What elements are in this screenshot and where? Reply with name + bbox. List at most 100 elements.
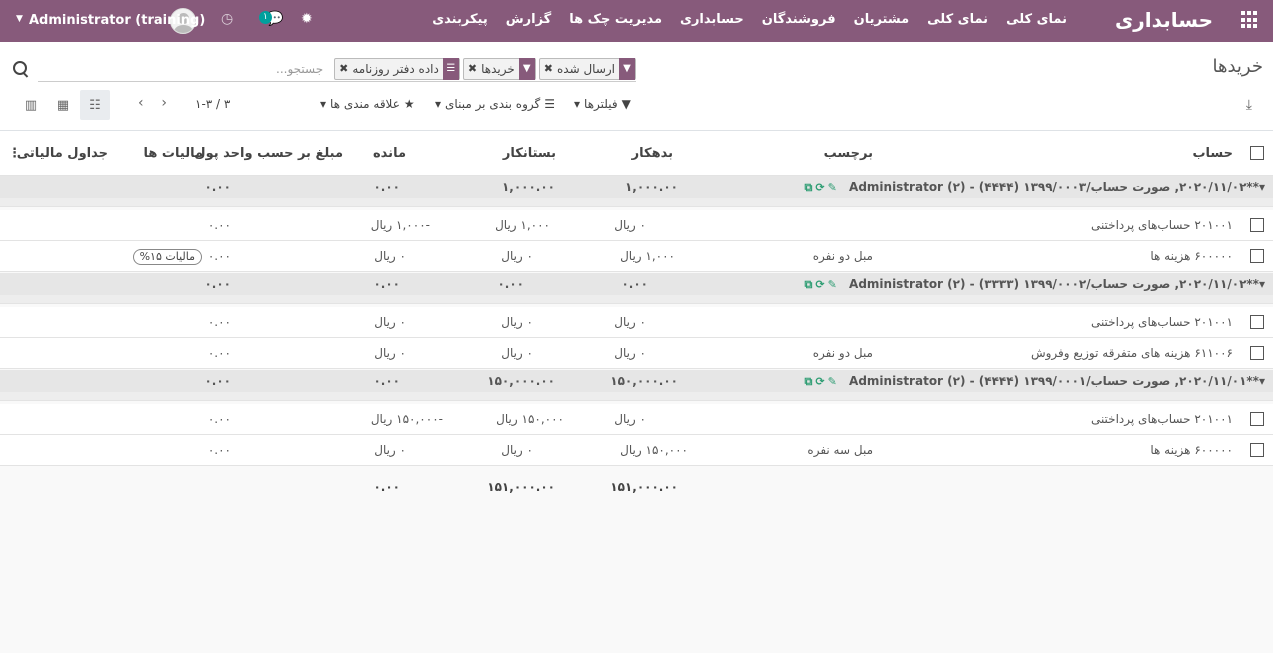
list-view-button[interactable]: ☷ bbox=[80, 90, 110, 120]
group-credit: ۰.۰۰ bbox=[497, 277, 524, 291]
caret-down-icon: ▾ bbox=[435, 97, 442, 111]
group-credit: ۱,۰۰۰.۰۰ bbox=[501, 180, 555, 194]
row-checkbox[interactable] bbox=[1250, 443, 1264, 457]
cell-account: ۲۰۱۰۰۱ حساب‌های پرداختنی bbox=[1090, 315, 1233, 329]
cell-account: ۶۰۰۰۰۰ هزینه ها bbox=[1150, 443, 1233, 457]
col-label[interactable]: برچسب bbox=[824, 131, 873, 176]
menu-item-overview-1[interactable]: نمای کلی bbox=[1006, 12, 1067, 27]
row-checkbox[interactable] bbox=[1250, 249, 1264, 263]
row-checkbox[interactable] bbox=[1250, 218, 1264, 232]
group-amount: ۰.۰۰ bbox=[204, 374, 231, 388]
filters-dropdown[interactable]: ▾ فیلترها ▼ bbox=[574, 97, 631, 111]
row-checkbox[interactable] bbox=[1250, 346, 1264, 360]
pager-nav: ‹ › bbox=[138, 95, 167, 111]
bug-icon[interactable]: ✹ bbox=[301, 11, 313, 27]
search-facet-purchases[interactable]: ▼ خریدها ✖ bbox=[462, 57, 536, 80]
cell-amount: ۰.۰۰ bbox=[207, 443, 231, 457]
cell-account: ۶۱۱۰۰۶ هزینه های متفرقه توزیع وفروش bbox=[1030, 346, 1233, 360]
search-input[interactable]: جستجو... bbox=[276, 62, 323, 76]
search-bar[interactable]: ▼ ارسال شده ✖ ▼ خریدها ✖ ☰ داده دفتر روز… bbox=[38, 56, 636, 82]
group-balance: ۰.۰۰ bbox=[373, 180, 400, 194]
table-row[interactable]: ۲۰۱۰۰۱ حساب‌های پرداختنی ۰ ریال ۰ ریال ۰… bbox=[0, 307, 1273, 338]
menu-item-reporting[interactable]: گزارش bbox=[506, 12, 552, 27]
groupby-icon: ☰ bbox=[442, 57, 459, 80]
edit-icon[interactable]: ✎ bbox=[828, 177, 837, 199]
cell-credit: ۰ ریال bbox=[501, 249, 533, 263]
table-header: حساب برچسب بدهکار بستانکار مانده مبلغ بر… bbox=[0, 131, 1273, 176]
group-balance: ۰.۰۰ bbox=[373, 374, 400, 388]
menu-item-customers[interactable]: مشتریان bbox=[854, 12, 910, 27]
table-row[interactable]: ۲۰۱۰۰۱ حساب‌های پرداختنی ۰ ریال ۱۵۰,۰۰۰ … bbox=[0, 404, 1273, 435]
cell-amount: ۰.۰۰ bbox=[207, 249, 231, 263]
group-row[interactable]: ▾**۲۰۲۰/۱۱/۰۱, صورت حساب/۱۳۹۹/۰۰۰۱ (۴۴۴۴… bbox=[0, 370, 1273, 401]
cell-balance: ۰ ریال bbox=[374, 315, 406, 329]
refresh-icon[interactable]: ⟳ bbox=[815, 177, 824, 199]
list-view-icon: ☷ bbox=[89, 97, 101, 113]
table-row[interactable]: ۲۰۱۰۰۱ حساب‌های پرداختنی ۰ ریال ۱,۰۰۰ ری… bbox=[0, 210, 1273, 241]
cell-balance: ۰ ریال bbox=[374, 249, 406, 263]
col-balance[interactable]: مانده bbox=[373, 131, 406, 176]
refresh-icon[interactable]: ⟳ bbox=[815, 274, 824, 296]
filter-icon: ▼ bbox=[619, 57, 635, 80]
groupby-dropdown[interactable]: ▾ گروه بندی بر مبنای ☰ bbox=[435, 97, 555, 111]
row-checkbox[interactable] bbox=[1250, 412, 1264, 426]
tax-badge: مالیات ۱۵% bbox=[132, 249, 202, 265]
copy-icon[interactable]: ⧉ bbox=[805, 371, 813, 393]
table-row[interactable]: ۶۰۰۰۰۰ هزینه ها مبل سه نفره ۱۵۰,۰۰۰ ریال… bbox=[0, 435, 1273, 466]
menu-item-check-management[interactable]: مدیریت چک ها bbox=[569, 12, 662, 27]
menu-item-accounting[interactable]: حسابداری bbox=[680, 12, 744, 27]
col-credit[interactable]: بستانکار bbox=[503, 131, 556, 176]
table-grid-icon: ▦ bbox=[56, 97, 70, 113]
cell-amount: ۰.۰۰ bbox=[207, 412, 231, 426]
col-debit[interactable]: بدهکار bbox=[632, 131, 673, 176]
total-debit: ۱۵۱,۰۰۰.۰۰ bbox=[610, 480, 678, 494]
download-icon[interactable]: ⤓ bbox=[1246, 97, 1252, 113]
copy-icon[interactable]: ⧉ bbox=[805, 177, 813, 199]
optional-columns-icon[interactable]: ⋮ bbox=[8, 131, 21, 176]
edit-icon[interactable]: ✎ bbox=[828, 274, 837, 296]
user-menu-name[interactable]: Administrator (training) bbox=[29, 13, 205, 28]
caret-down-icon: ▾ bbox=[574, 97, 581, 111]
menu-item-configuration[interactable]: پیکربندی bbox=[432, 12, 487, 27]
menu-item-overview-2[interactable]: نمای کلی bbox=[927, 12, 988, 27]
search-facet-journal[interactable]: ☰ داده دفتر روزنامه ✖ bbox=[334, 57, 460, 80]
total-balance: ۰.۰۰ bbox=[373, 480, 400, 494]
copy-icon[interactable]: ⧉ bbox=[805, 274, 813, 296]
group-row[interactable]: ▾**۲۰۲۰/۱۱/۰۲, صورت حساب/۱۳۹۹/۰۰۰۳ (۴۴۴۴… bbox=[0, 176, 1273, 207]
remove-facet-icon[interactable]: ✖ bbox=[335, 62, 348, 75]
row-checkbox[interactable] bbox=[1250, 315, 1264, 329]
top-navbar: حسابداری نمای کلی نمای کلی مشتریان فروشن… bbox=[0, 0, 1273, 42]
col-account[interactable]: حساب bbox=[1192, 131, 1233, 176]
remove-facet-icon[interactable]: ✖ bbox=[464, 62, 477, 75]
cell-credit: ۱,۰۰۰ ریال bbox=[495, 218, 550, 232]
chevron-left-icon[interactable]: ‹ bbox=[138, 95, 144, 111]
breadcrumb: خریدها bbox=[1212, 56, 1264, 77]
app-brand[interactable]: حسابداری bbox=[1115, 8, 1213, 32]
group-row[interactable]: ▾**۲۰۲۰/۱۱/۰۲, صورت حساب/۱۳۹۹/۰۰۰۲ (۳۳۳۳… bbox=[0, 273, 1273, 304]
table-row[interactable]: ۶۱۱۰۰۶ هزینه های متفرقه توزیع وفروش مبل … bbox=[0, 338, 1273, 369]
chat-count-badge: ۱ bbox=[259, 11, 272, 24]
pivot-view-button[interactable]: ▦ bbox=[48, 90, 78, 120]
menu-item-vendors[interactable]: فروشندگان bbox=[762, 12, 836, 27]
caret-down-icon[interactable]: ▼ bbox=[16, 14, 23, 24]
table-row[interactable]: ۶۰۰۰۰۰ هزینه ها مبل دو نفره ۱,۰۰۰ ریال ۰… bbox=[0, 241, 1273, 272]
group-debit: ۱,۰۰۰.۰۰ bbox=[624, 180, 678, 194]
cell-credit: ۰ ریال bbox=[501, 315, 533, 329]
clock-icon[interactable]: ◷ bbox=[221, 11, 233, 27]
remove-facet-icon[interactable]: ✖ bbox=[540, 62, 553, 75]
pager-value[interactable]: ۱-۳ / ۳ bbox=[195, 97, 230, 111]
favorites-dropdown[interactable]: ▾ علاقه مندی ها ★ bbox=[320, 97, 415, 111]
graph-view-button[interactable]: ▥ bbox=[16, 90, 46, 120]
cell-balance: -۱,۰۰۰ ریال bbox=[370, 218, 430, 232]
cell-account: ۶۰۰۰۰۰ هزینه ها bbox=[1150, 249, 1233, 263]
refresh-icon[interactable]: ⟳ bbox=[815, 371, 824, 393]
edit-icon[interactable]: ✎ bbox=[828, 371, 837, 393]
col-tax-grids[interactable]: جداول مالیاتی bbox=[17, 131, 108, 176]
col-amount-currency[interactable]: مبلغ بر حسب واحد پول bbox=[194, 131, 343, 176]
search-facet-sent[interactable]: ▼ ارسال شده ✖ bbox=[538, 57, 636, 80]
col-taxes[interactable]: مالیات ها bbox=[144, 131, 203, 176]
apps-grid-icon[interactable] bbox=[1241, 11, 1259, 29]
chevron-right-icon[interactable]: › bbox=[161, 95, 167, 111]
cell-label: مبل دو نفره bbox=[812, 249, 873, 263]
select-all-checkbox[interactable] bbox=[1250, 146, 1264, 160]
